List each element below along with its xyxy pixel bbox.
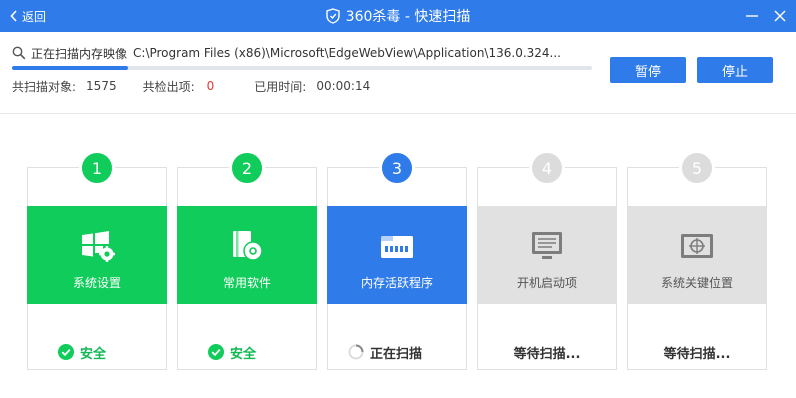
step-status: 等待扫描... xyxy=(478,343,616,362)
step-number-badge: 5 xyxy=(679,150,715,186)
check-circle-icon xyxy=(208,344,224,360)
target-crosshair-icon xyxy=(681,234,713,258)
step-status-text: 正在扫描 xyxy=(370,346,423,362)
step-card-startup-items: 开机启动项 等待扫描... xyxy=(477,167,617,370)
current-scan-path: C:\Program Files (x86)\Microsoft\EdgeWeb… xyxy=(133,46,561,60)
window-title: 360杀毒 - 快速扫描 xyxy=(0,6,796,26)
step-status: 等待扫描... xyxy=(628,343,766,362)
objects-value: 1575 xyxy=(86,79,117,93)
elapsed-label: 已用时间: xyxy=(254,79,307,94)
shield-icon xyxy=(325,8,340,24)
step-number-badge: 4 xyxy=(529,150,565,186)
loading-spinner-icon xyxy=(348,344,364,360)
stop-button[interactable]: 停止 xyxy=(697,57,773,83)
objects-label: 共扫描对象: xyxy=(12,79,77,94)
step-status-text: 安全 xyxy=(230,346,257,362)
step-status: 安全 xyxy=(178,343,316,362)
step-panel: 系统设置 xyxy=(27,206,167,304)
step-number-badge: 1 xyxy=(79,150,115,186)
step-status: 安全 xyxy=(28,343,166,362)
step-card-memory-programs: 内存活跃程序 正在扫描 xyxy=(327,167,467,370)
monitor-list-icon xyxy=(532,232,562,259)
current-scan-line: 正在扫描内存映像 C:\Program Files (x86)\Microsof… xyxy=(12,44,592,62)
step-panel: 开机启动项 xyxy=(477,206,617,304)
detected-value: 0 xyxy=(206,79,215,93)
step-number-badge: 2 xyxy=(229,150,265,186)
step-label: 系统设置 xyxy=(72,276,121,290)
step-panel: 内存活跃程序 xyxy=(327,206,467,304)
step-card-system-key-locations: 系统关键位置 等待扫描... xyxy=(627,167,767,370)
detected-label: 共检出项: xyxy=(142,79,195,94)
magnifier-icon xyxy=(12,46,26,60)
step-panel: 常用软件 xyxy=(177,206,317,304)
step-label: 开机启动项 xyxy=(516,276,577,290)
step-card-system-settings: 系统设置 安全 xyxy=(27,167,167,370)
scan-status-label: 正在扫描内存映像 xyxy=(31,46,128,61)
pause-button[interactable]: 暂停 xyxy=(610,57,686,83)
scan-status-panel: 正在扫描内存映像 C:\Program Files (x86)\Microsof… xyxy=(0,32,796,114)
close-icon[interactable] xyxy=(772,8,788,24)
check-circle-icon xyxy=(58,344,74,360)
step-label: 内存活跃程序 xyxy=(360,276,433,290)
step-status-text: 安全 xyxy=(80,346,107,362)
minimize-icon[interactable] xyxy=(744,8,760,24)
step-status-text: 等待扫描... xyxy=(663,346,731,362)
step-status-text: 等待扫描... xyxy=(513,346,581,362)
scan-progress-bar xyxy=(12,66,592,70)
step-number-badge: 3 xyxy=(379,150,415,186)
step-label: 常用软件 xyxy=(222,276,271,290)
scan-progress-fill xyxy=(12,66,128,70)
software-disc-icon xyxy=(233,231,263,261)
step-label: 系统关键位置 xyxy=(660,276,733,290)
step-panel: 系统关键位置 xyxy=(627,206,767,304)
step-card-common-software: 常用软件 安全 xyxy=(177,167,317,370)
title-bar: 返回 360杀毒 - 快速扫描 xyxy=(0,0,796,32)
scan-stats: 共扫描对象: 1575 共检出项: 0 已用时间: 00:00:14 xyxy=(12,78,370,94)
windows-gear-icon xyxy=(82,231,115,262)
window-title-text: 360杀毒 - 快速扫描 xyxy=(345,9,471,25)
elapsed-value: 00:00:14 xyxy=(316,79,371,93)
memory-chip-icon xyxy=(381,236,413,258)
step-status: 正在扫描 xyxy=(328,343,466,362)
